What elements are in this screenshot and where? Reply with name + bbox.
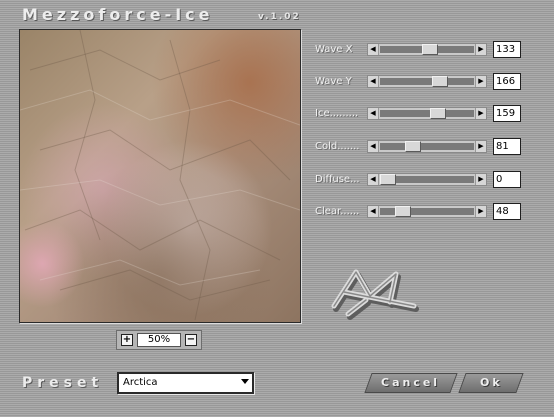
slider-track[interactable]	[380, 76, 474, 87]
slider-thumb[interactable]	[395, 206, 412, 217]
action-buttons: Cancel Ok	[350, 373, 524, 393]
zoom-in-button[interactable]: +	[121, 334, 133, 346]
param-wave-y: Wave Y ◀ ▶ 166	[315, 73, 521, 91]
version-label: v.1.02	[258, 12, 301, 22]
param-label: Clear......	[315, 206, 360, 217]
slider-thumb[interactable]	[432, 76, 449, 87]
ok-label: Ok	[479, 376, 503, 389]
param-diffuse: Diffuse... ◀ ▶ 0	[315, 171, 521, 189]
preset-label: Preset	[22, 375, 104, 391]
param-label: Wave X	[315, 44, 353, 55]
param-label: Ice.........	[315, 108, 359, 119]
slider-thumb[interactable]	[429, 108, 446, 119]
slider-track[interactable]	[380, 108, 474, 119]
slider-wave-x[interactable]: ◀ ▶	[367, 43, 487, 56]
preset-value: Arctica	[123, 377, 158, 388]
slider-cold[interactable]: ◀ ▶	[367, 140, 487, 153]
param-cold: Cold....... ◀ ▶ 81	[315, 138, 521, 156]
slider-ice[interactable]: ◀ ▶	[367, 107, 487, 120]
slider-thumb[interactable]	[405, 141, 422, 152]
value-field[interactable]: 133	[493, 41, 521, 58]
arrow-right-icon[interactable]: ▶	[475, 76, 486, 87]
app-title: Mezzoforce-Ice	[22, 5, 214, 24]
value-field[interactable]: 166	[493, 73, 521, 90]
arrow-right-icon[interactable]: ▶	[475, 206, 486, 217]
cancel-button[interactable]: Cancel	[364, 373, 458, 393]
zoom-control: + 50% −	[116, 330, 202, 350]
zoom-out-button[interactable]: −	[185, 334, 197, 346]
arrow-left-icon[interactable]: ◀	[368, 44, 379, 55]
value-field[interactable]: 159	[493, 105, 521, 122]
arrow-right-icon[interactable]: ▶	[475, 108, 486, 119]
param-label: Wave Y	[315, 76, 352, 87]
slider-track[interactable]	[380, 206, 474, 217]
value-field[interactable]: 81	[493, 138, 521, 155]
slider-wave-y[interactable]: ◀ ▶	[367, 75, 487, 88]
slider-thumb[interactable]	[421, 44, 438, 55]
zoom-value: 50%	[137, 333, 181, 347]
logo-icon	[326, 262, 422, 332]
param-clear: Clear...... ◀ ▶ 48	[315, 203, 521, 221]
preset-dropdown[interactable]: Arctica	[117, 372, 254, 394]
arrow-left-icon[interactable]: ◀	[368, 76, 379, 87]
preview-image	[19, 29, 301, 323]
arrow-right-icon[interactable]: ▶	[475, 174, 486, 185]
arrow-left-icon[interactable]: ◀	[368, 108, 379, 119]
slider-track[interactable]	[380, 174, 474, 185]
plus-icon: +	[122, 334, 132, 345]
arrow-left-icon[interactable]: ◀	[368, 174, 379, 185]
slider-clear[interactable]: ◀ ▶	[367, 205, 487, 218]
slider-thumb[interactable]	[380, 174, 396, 185]
minus-icon: −	[186, 334, 196, 345]
param-ice: Ice......... ◀ ▶ 159	[315, 105, 521, 123]
value-field[interactable]: 0	[493, 171, 521, 188]
value-field[interactable]: 48	[493, 203, 521, 220]
slider-track[interactable]	[380, 44, 474, 55]
param-wave-x: Wave X ◀ ▶ 133	[315, 41, 521, 59]
arrow-left-icon[interactable]: ◀	[368, 141, 379, 152]
cancel-label: Cancel	[381, 376, 441, 389]
chevron-down-icon[interactable]	[241, 379, 249, 384]
slider-diffuse[interactable]: ◀ ▶	[367, 173, 487, 186]
arrow-right-icon[interactable]: ▶	[475, 141, 486, 152]
param-label: Diffuse...	[315, 174, 360, 185]
param-label: Cold.......	[315, 141, 360, 152]
ok-button[interactable]: Ok	[458, 373, 524, 393]
slider-track[interactable]	[380, 141, 474, 152]
arrow-right-icon[interactable]: ▶	[475, 44, 486, 55]
arrow-left-icon[interactable]: ◀	[368, 206, 379, 217]
